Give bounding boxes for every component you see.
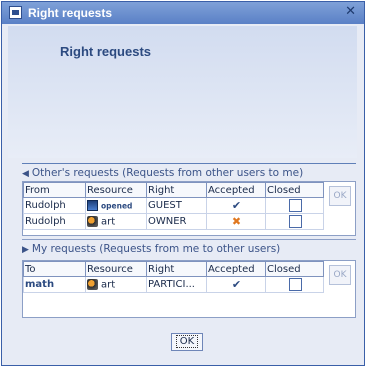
mine-table: To Resource Right Accepted Closed math a… <box>23 261 324 293</box>
collapse-left-icon[interactable]: ◀ <box>22 169 29 179</box>
resource-label: opened <box>101 201 133 211</box>
column-header-to[interactable]: To <box>23 261 86 277</box>
column-header-resource[interactable]: Resource <box>85 182 147 198</box>
dialog-header: Right requests <box>8 26 357 158</box>
cell-accepted: ✖ <box>206 213 266 230</box>
others-table: From Resource Right Accepted Closed Rudo… <box>23 182 324 230</box>
column-header-closed[interactable]: Closed <box>265 261 324 277</box>
others-ok-button[interactable]: OK <box>329 186 351 206</box>
mine-section-header[interactable]: ▶ My requests (Requests from me to other … <box>22 239 356 258</box>
table-header-row: To Resource Right Accepted Closed <box>23 261 324 277</box>
cell-right: GUEST <box>146 197 207 214</box>
resource-label: art <box>101 216 116 228</box>
cell-closed <box>265 276 324 293</box>
table-header-row: From Resource Right Accepted Closed <box>23 182 324 198</box>
cell-closed <box>265 213 324 230</box>
expand-right-icon[interactable]: ▶ <box>22 245 29 255</box>
check-icon: ✔ <box>231 278 242 291</box>
table-row[interactable]: Rudolph art OWNER ✖ <box>23 213 324 230</box>
table-row[interactable]: Rudolph opened GUEST ✔ <box>23 197 324 214</box>
column-header-closed[interactable]: Closed <box>265 182 324 198</box>
column-header-accepted[interactable]: Accepted <box>206 182 266 198</box>
resource-label: art <box>101 279 116 291</box>
mine-ok-button[interactable]: OK <box>329 265 351 285</box>
window-title: Right requests <box>28 6 113 20</box>
cell-right: OWNER <box>146 213 207 230</box>
others-section-label: Other's requests (Requests from other us… <box>31 167 304 179</box>
column-header-accepted[interactable]: Accepted <box>206 261 266 277</box>
table-row[interactable]: math art PARTICI... ✔ <box>23 276 324 293</box>
cell-right: PARTICI... <box>146 276 207 293</box>
closed-checkbox[interactable] <box>288 215 302 228</box>
close-icon[interactable]: ✕ <box>345 4 356 19</box>
cell-resource: opened <box>85 197 147 214</box>
mine-table-container: To Resource Right Accepted Closed math a… <box>22 260 356 318</box>
cross-icon: ✖ <box>231 215 242 228</box>
closed-checkbox[interactable] <box>288 278 302 291</box>
mine-section-label: My requests (Requests from me to other u… <box>31 243 281 255</box>
ok-button-label: OK <box>175 335 199 348</box>
header-title: Right requests <box>60 44 152 59</box>
document-icon <box>87 199 98 211</box>
title-bar[interactable]: Right requests ✕ <box>2 2 364 24</box>
column-header-right[interactable]: Right <box>146 261 207 277</box>
cell-to: math <box>23 276 86 293</box>
ok-button[interactable]: OK <box>171 333 203 351</box>
cell-closed <box>265 197 324 214</box>
check-icon: ✔ <box>231 199 242 212</box>
closed-checkbox[interactable] <box>288 199 302 212</box>
cell-accepted: ✔ <box>206 197 266 214</box>
art-icon <box>87 215 98 227</box>
cell-from: Rudolph <box>23 197 86 214</box>
others-section-header[interactable]: ◀ Other's requests (Requests from other u… <box>22 163 356 182</box>
art-icon <box>87 278 98 290</box>
column-header-from[interactable]: From <box>23 182 86 198</box>
cell-from: Rudolph <box>23 213 86 230</box>
column-header-resource[interactable]: Resource <box>85 261 147 277</box>
app-icon <box>9 6 22 19</box>
cell-accepted: ✔ <box>206 276 266 293</box>
cell-resource: art <box>85 213 147 230</box>
column-header-right[interactable]: Right <box>146 182 207 198</box>
others-table-container: From Resource Right Accepted Closed Rudo… <box>22 181 356 236</box>
cell-resource: art <box>85 276 147 293</box>
